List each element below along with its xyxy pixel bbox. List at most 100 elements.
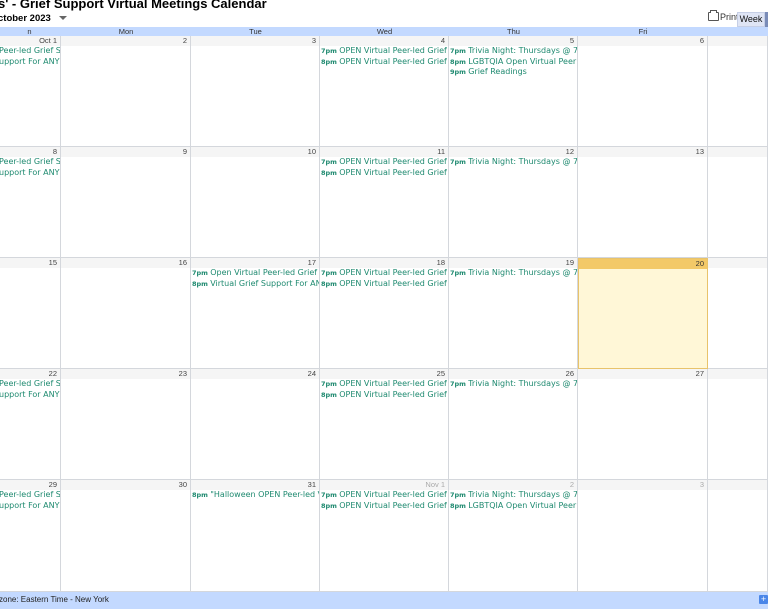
event-chip[interactable]: 7pm Trivia Night: Thursdays @ 7P [449,46,577,57]
event-chip[interactable]: 8pm Virtual Grief Support For ANY [191,279,319,290]
date-number[interactable]: 6 [578,36,707,46]
date-number[interactable]: 10 [191,147,319,157]
day-cell[interactable]: Nov 1 7pm OPEN Virtual Peer-led Grief S 8p… [320,480,449,592]
event-chip[interactable]: 8pm OPEN Virtual Peer-led Grief S [320,279,448,290]
event-chip[interactable]: Peer-led Grief S [0,490,60,501]
date-number[interactable]: 24 [191,369,319,379]
event-chip[interactable]: 7pm Trivia Night: Thursdays @ 7P [449,490,577,501]
event-chip[interactable]: 9pm Grief Readings [449,67,577,78]
day-cell[interactable] [708,36,768,147]
day-cell[interactable]: 31 8pm "Halloween OPEN Peer-led V [191,480,320,592]
date-number[interactable]: 31 [191,480,319,490]
event-chip[interactable]: upport For ANY [0,168,60,179]
print-button[interactable]: Print [708,10,739,22]
date-number[interactable]: 3 [578,480,707,490]
day-cell[interactable]: 17 7pm Open Virtual Peer-led Grief S 8pm V… [191,258,320,369]
date-number[interactable]: 2 [449,480,577,490]
event-chip[interactable]: upport For ANY [0,390,60,401]
event-chip[interactable]: 7pm OPEN Virtual Peer-led Grief S [320,268,448,279]
week-view-button[interactable]: Week [737,12,765,27]
day-cell[interactable]: 5 7pm Trivia Night: Thursdays @ 7P 8pm LGB… [449,36,578,147]
day-cell[interactable]: 27 [578,369,708,480]
day-cell[interactable]: 19 7pm Trivia Night: Thursdays @ 7P [449,258,578,369]
date-number[interactable]: Oct 1 [0,36,60,46]
day-cell[interactable]: 9 [61,147,191,258]
date-number[interactable]: 17 [191,258,319,268]
day-cell[interactable] [708,258,768,369]
event-chip[interactable]: Peer-led Grief S [0,379,60,390]
date-number[interactable]: 23 [61,369,190,379]
date-number[interactable]: 20 [579,259,707,269]
date-number[interactable]: 4 [320,36,448,46]
date-number[interactable]: 13 [578,147,707,157]
event-chip[interactable]: upport For ANY [0,501,60,512]
event-chip[interactable]: 7pm Trivia Night: Thursdays @ 7P [449,268,577,279]
day-cell[interactable]: 15 [0,258,61,369]
day-cell[interactable]: 11 7pm OPEN Virtual Peer-led Grief S 8pm O… [320,147,449,258]
date-number[interactable]: 25 [320,369,448,379]
date-number[interactable]: 29 [0,480,60,490]
date-number[interactable]: 22 [0,369,60,379]
day-cell[interactable]: 20 [578,258,708,369]
day-cell[interactable]: 26 7pm Trivia Night: Thursdays @ 7P [449,369,578,480]
event-chip[interactable]: 8pm LGBTQIA Open Virtual Peerle [449,501,577,512]
date-number[interactable]: 5 [449,36,577,46]
event-chip[interactable]: 7pm Open Virtual Peer-led Grief S [191,268,319,279]
date-number[interactable]: 9 [61,147,190,157]
event-chip[interactable]: upport For ANY [0,57,60,68]
day-cell[interactable]: 3 [578,480,708,592]
event-chip[interactable]: 7pm Trivia Night: Thursdays @ 7P [449,379,577,390]
day-cell[interactable]: 2 7pm Trivia Night: Thursdays @ 7P 8pm LGB… [449,480,578,592]
event-chip[interactable]: 7pm OPEN Virtual Peer-led Grief S [320,490,448,501]
event-chip[interactable]: 8pm OPEN Virtual Peer-led Grief S [320,501,448,512]
date-number[interactable]: 3 [191,36,319,46]
day-cell[interactable]: 18 7pm OPEN Virtual Peer-led Grief S 8pm O… [320,258,449,369]
date-number[interactable]: 30 [61,480,190,490]
event-chip[interactable]: Peer-led Grief S [0,157,60,168]
day-cell[interactable]: Oct 1 Peer-led Grief Support For ANY [0,36,61,147]
day-cell[interactable]: 12 7pm Trivia Night: Thursdays @ 7P [449,147,578,258]
date-number[interactable]: 16 [61,258,190,268]
date-number[interactable]: 26 [449,369,577,379]
date-number[interactable]: 8 [0,147,60,157]
google-calendar-add-icon[interactable]: + [759,595,768,604]
event-chip[interactable]: 8pm OPEN Virtual Peer-led Grief S [320,168,448,179]
event-chip[interactable]: 8pm OPEN Virtual Peer-led Grief S [320,57,448,68]
date-number[interactable]: 19 [449,258,577,268]
date-number[interactable]: Nov 1 [320,480,448,490]
event-chip[interactable]: 7pm OPEN Virtual Peer-led Grief S [320,46,448,57]
day-cell[interactable]: 29 Peer-led Grief Support For ANY [0,480,61,592]
date-number[interactable] [708,369,767,379]
date-number[interactable]: 18 [320,258,448,268]
month-selector[interactable]: ctober 2023 [0,13,67,24]
date-number[interactable]: 15 [0,258,60,268]
date-number[interactable] [708,36,767,46]
event-chip[interactable]: Peer-led Grief S [0,46,60,57]
event-chip[interactable]: 8pm OPEN Virtual Peer-led Grief S [320,390,448,401]
day-cell[interactable]: 6 [578,36,708,147]
date-number[interactable] [708,480,767,490]
day-cell[interactable]: 10 [191,147,320,258]
date-number[interactable] [708,147,767,157]
day-cell[interactable] [708,480,768,592]
day-cell[interactable]: 25 7pm OPEN Virtual Peer-led Grief S 8pm O… [320,369,449,480]
day-cell[interactable]: 30 [61,480,191,592]
day-cell[interactable] [708,147,768,258]
date-number[interactable]: 27 [578,369,707,379]
day-cell[interactable]: 23 [61,369,191,480]
event-chip[interactable]: 7pm OPEN Virtual Peer-led Grief S [320,157,448,168]
day-cell[interactable]: 4 7pm OPEN Virtual Peer-led Grief S 8pm OP… [320,36,449,147]
day-cell[interactable]: 16 [61,258,191,369]
chevron-down-icon[interactable] [58,16,67,20]
day-cell[interactable]: 3 [191,36,320,147]
day-cell[interactable]: 8 Peer-led Grief Support For ANY [0,147,61,258]
date-number[interactable]: 11 [320,147,448,157]
day-cell[interactable] [708,369,768,480]
day-cell[interactable]: 2 [61,36,191,147]
date-number[interactable]: 2 [61,36,190,46]
event-chip[interactable]: 8pm LGBTQIA Open Virtual Peerle [449,57,577,68]
day-cell[interactable]: 24 [191,369,320,480]
event-chip[interactable]: 7pm OPEN Virtual Peer-led Grief S [320,379,448,390]
date-number[interactable] [708,258,767,268]
day-cell[interactable]: 22 Peer-led Grief Support For ANY [0,369,61,480]
